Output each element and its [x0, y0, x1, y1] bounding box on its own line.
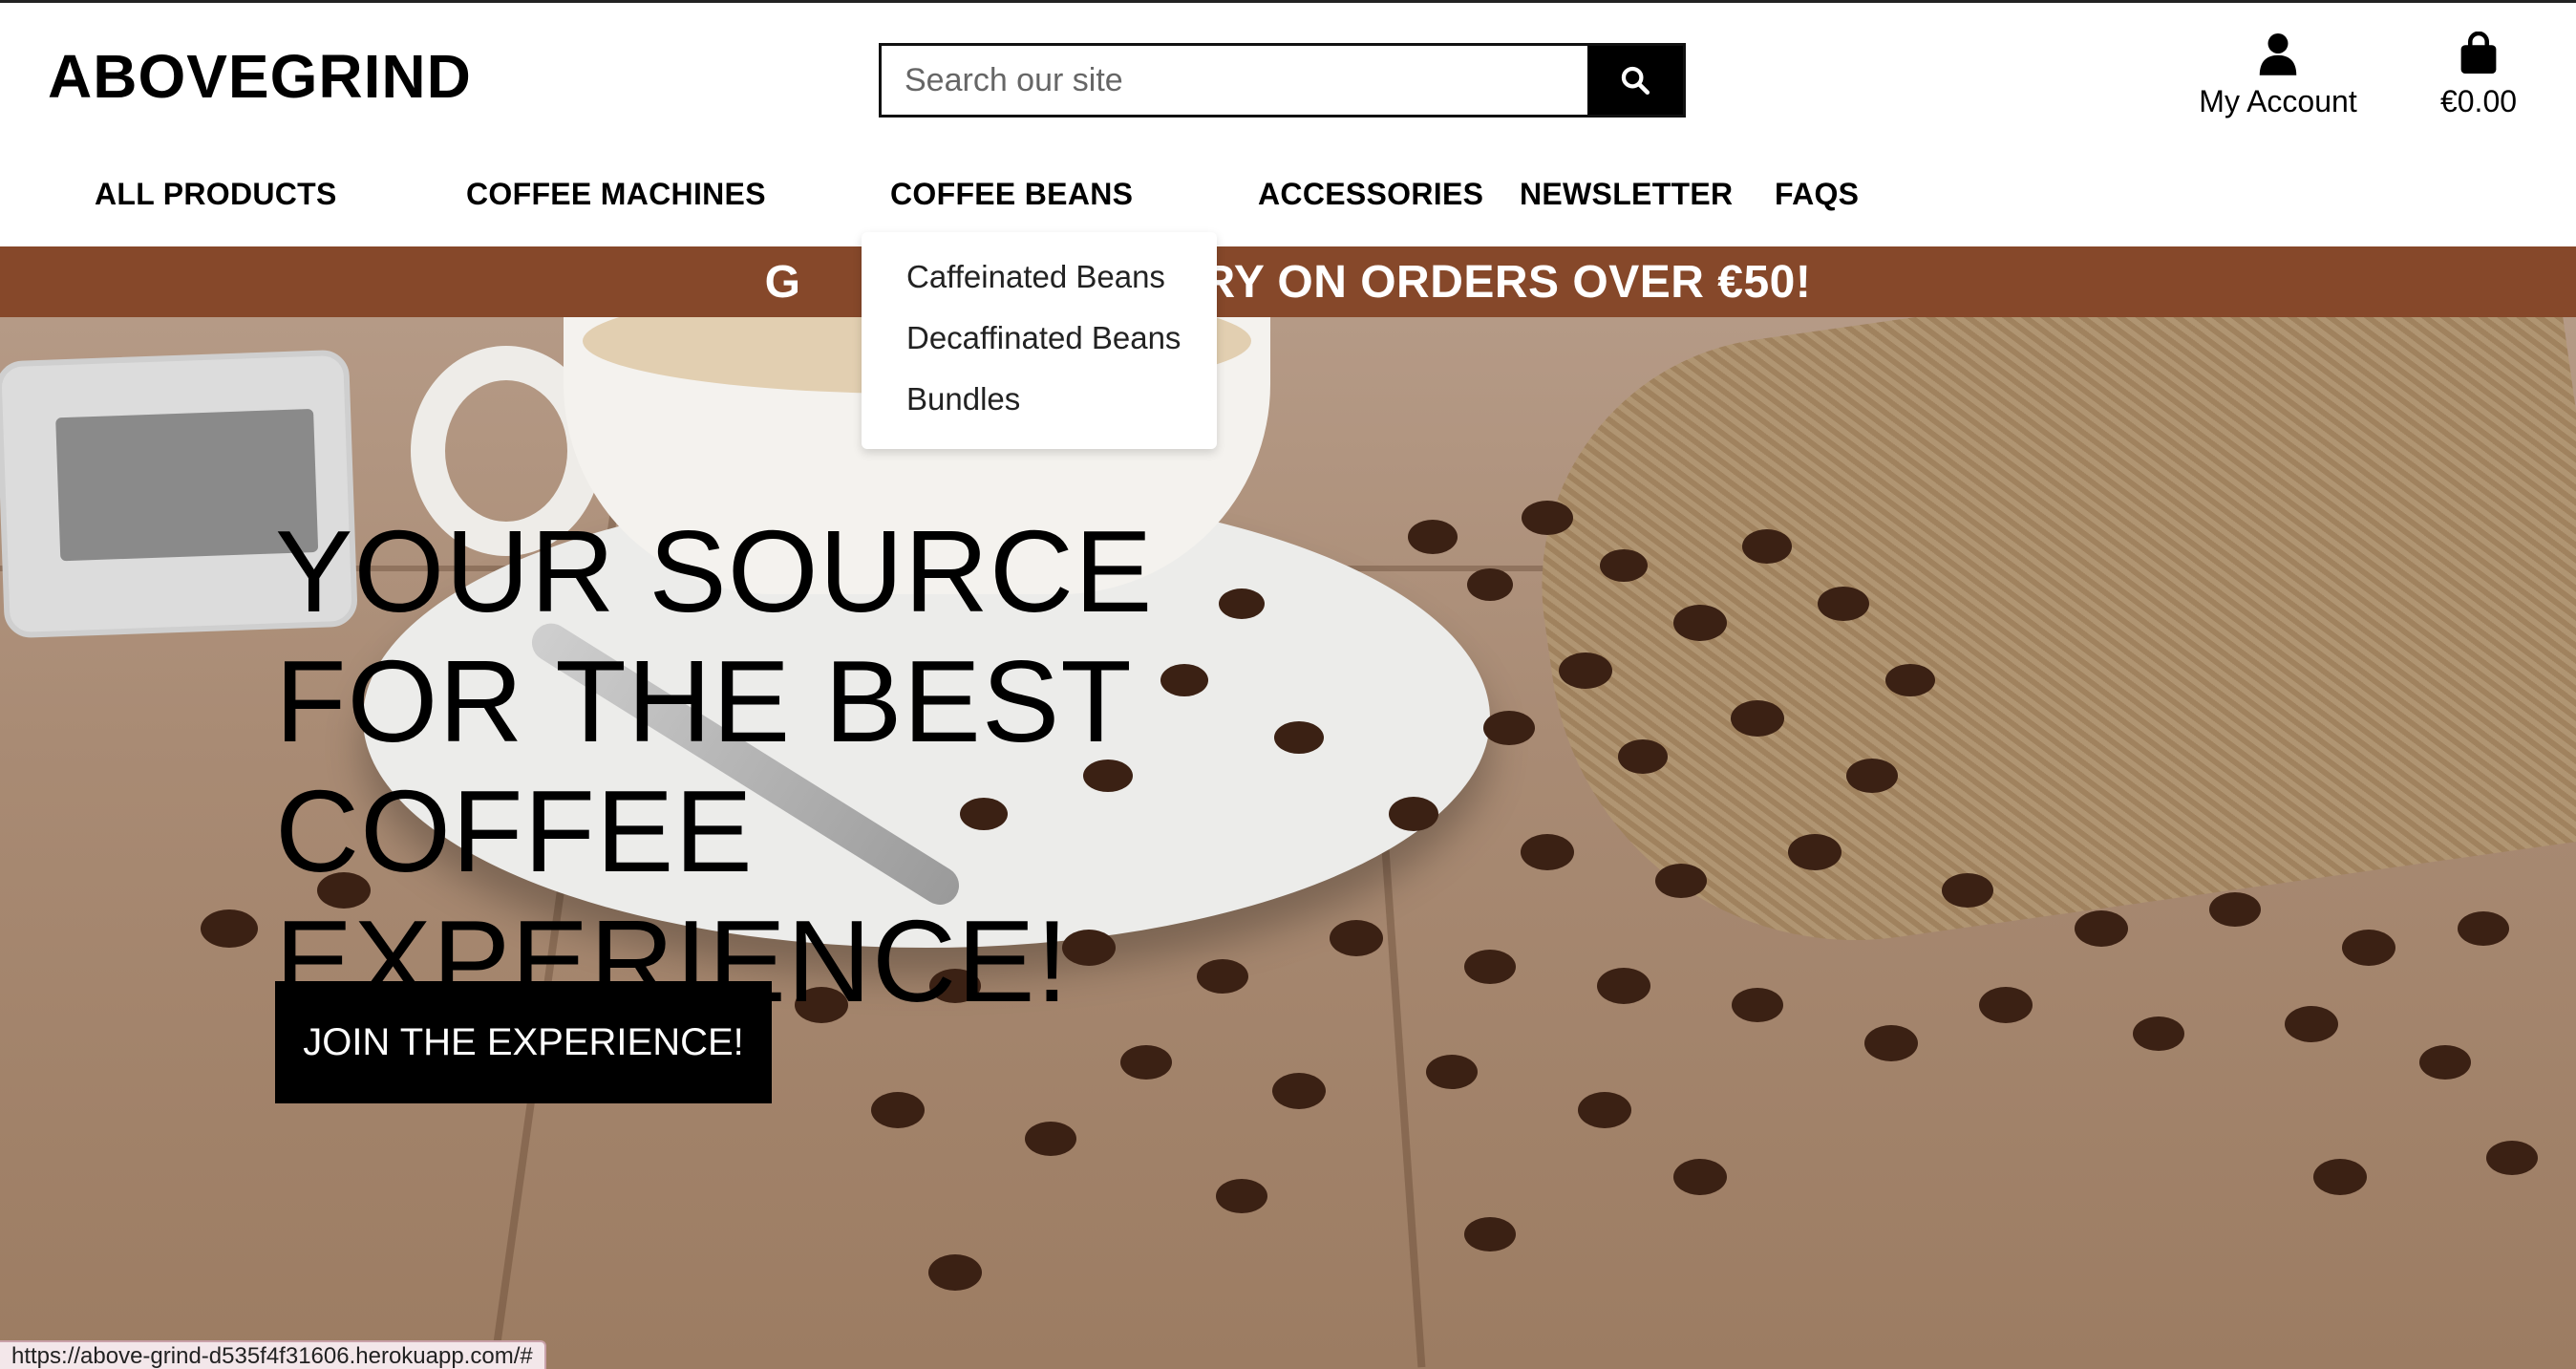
- banner-text-left: G: [764, 256, 801, 308]
- banner-text-right: RY ON ORDERS OVER €50!: [1202, 256, 1812, 308]
- coffee-beans-dropdown: Caffeinated Beans Decaffinated Beans Bun…: [862, 232, 1217, 449]
- bag-total: €0.00: [2439, 84, 2518, 118]
- search-button[interactable]: [1587, 46, 1683, 115]
- nav-newsletter[interactable]: NEWSLETTER: [1520, 177, 1733, 212]
- nav-coffee-beans[interactable]: COFFEE BEANS: [890, 177, 1133, 212]
- search-form: [879, 43, 1686, 118]
- dropdown-item-bundles[interactable]: Bundles: [862, 380, 1217, 441]
- hero-title: YOUR SOURCE FOR THE BEST COFFEE EXPERIEN…: [275, 506, 1154, 1026]
- user-icon: [2259, 33, 2297, 75]
- search-icon: [1621, 66, 1650, 96]
- link-status-url: https://above-grind-d535f4f31606.herokua…: [0, 1340, 546, 1369]
- nav-faqs[interactable]: FAQS: [1775, 177, 1859, 212]
- dropdown-item-caffeinated-beans[interactable]: Caffeinated Beans: [862, 258, 1217, 319]
- nav-coffee-machines[interactable]: COFFEE MACHINES: [466, 177, 766, 212]
- join-experience-button[interactable]: JOIN THE EXPERIENCE!: [275, 981, 772, 1103]
- my-account-label: My Account: [2199, 84, 2357, 118]
- site-header: ABOVEGRIND My Account €0.00 ALL PRODUCTS…: [0, 3, 2576, 246]
- search-input[interactable]: [882, 46, 1587, 115]
- delivery-banner: G RY ON ORDERS OVER €50!: [0, 246, 2576, 317]
- shopping-bag-link[interactable]: €0.00: [2426, 31, 2531, 119]
- hero-section: YOUR SOURCE FOR THE BEST COFFEE EXPERIEN…: [0, 317, 2576, 1369]
- site-logo[interactable]: ABOVEGRIND: [48, 41, 472, 112]
- shopping-bag-icon: [2460, 31, 2497, 74]
- my-account-link[interactable]: My Account: [2187, 32, 2369, 119]
- nav-accessories[interactable]: ACCESSORIES: [1258, 177, 1483, 212]
- nav-all-products[interactable]: ALL PRODUCTS: [95, 177, 337, 212]
- dropdown-item-decaffinated-beans[interactable]: Decaffinated Beans: [862, 319, 1217, 380]
